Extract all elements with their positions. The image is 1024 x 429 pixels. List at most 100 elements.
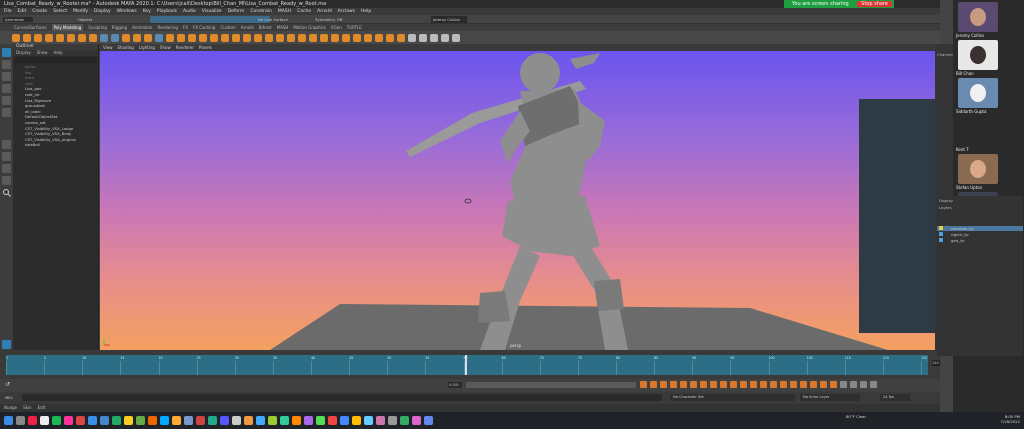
shelf-tab[interactable]: Arnold — [241, 24, 254, 31]
taskbar-app-icon[interactable] — [196, 416, 205, 425]
shelf-tab[interactable]: MASH — [277, 24, 289, 31]
paint-select-icon[interactable] — [2, 72, 11, 81]
select-tool-icon[interactable] — [2, 48, 11, 57]
taskbar-app-icon[interactable] — [136, 416, 145, 425]
move-tool-icon[interactable] — [2, 84, 11, 93]
shelf-tab[interactable]: Bifrost — [259, 24, 272, 31]
undo-icon[interactable]: ↺ — [5, 381, 13, 389]
menu-arclaws[interactable]: Arclaws — [338, 8, 355, 15]
single-layout-icon[interactable] — [2, 140, 11, 149]
shelf-tool-icon[interactable] — [320, 33, 328, 42]
menu-set-dropdown[interactable]: Animation — [3, 17, 33, 22]
key-tangent-icon[interactable] — [690, 381, 697, 388]
menu-arnold[interactable]: Arnold — [317, 8, 332, 15]
viewport-menu-item[interactable]: Panels — [199, 44, 212, 51]
shelf-tool-icon[interactable] — [89, 33, 97, 42]
range-slider-bar[interactable] — [466, 382, 636, 388]
shelf-tool-icon[interactable] — [342, 33, 350, 42]
shelf-tool-icon[interactable] — [67, 33, 75, 42]
taskbar-app-icon[interactable] — [124, 416, 133, 425]
shelf-tool-icon[interactable] — [12, 33, 20, 42]
key-tangent-icon[interactable] — [790, 381, 797, 388]
time-slider-track[interactable]: 1510152025303540455055606570758085909510… — [6, 355, 928, 375]
shelf-tool-icon[interactable] — [276, 33, 284, 42]
key-tangent-icon[interactable] — [800, 381, 807, 388]
shelf-tab[interactable]: Poly Modeling — [51, 24, 84, 31]
shelf-tool-icon[interactable] — [144, 33, 152, 42]
search-icon[interactable] — [2, 188, 11, 197]
taskbar-app-icon[interactable] — [148, 416, 157, 425]
outliner-menu-item[interactable]: Show — [37, 50, 48, 56]
four-view-layout-icon[interactable] — [2, 152, 11, 161]
key-tangent-icon[interactable] — [680, 381, 687, 388]
taskbar-app-icon[interactable] — [340, 416, 349, 425]
taskbar-app-icon[interactable] — [208, 416, 217, 425]
key-tangent-icon[interactable] — [730, 381, 737, 388]
layer-editor-tab[interactable]: Display — [937, 196, 1023, 205]
taskbar-app-icon[interactable] — [52, 416, 61, 425]
shelf-tab[interactable]: Curves/Surfaces — [14, 24, 47, 31]
playhead[interactable] — [465, 355, 467, 375]
taskbar-app-icon[interactable] — [244, 416, 253, 425]
stop-share-button[interactable]: Stop share — [857, 1, 892, 7]
command-input[interactable] — [22, 394, 662, 401]
shelf-tool-icon[interactable] — [23, 33, 31, 42]
shelf-tool-icon[interactable] — [232, 33, 240, 42]
menu-help[interactable]: Help — [361, 8, 371, 15]
layer-row[interactable]: rigctrl_lyr — [937, 232, 1023, 237]
lasso-tool-icon[interactable] — [2, 60, 11, 69]
key-tangent-icon[interactable] — [650, 381, 657, 388]
taskbar-app-icon[interactable] — [376, 416, 385, 425]
shelf-tool-icon[interactable] — [133, 33, 141, 42]
live-surface-field[interactable]: No Live Surface — [258, 17, 288, 22]
shelf-tool-icon[interactable] — [331, 33, 339, 42]
two-view-layout-icon[interactable] — [2, 164, 11, 173]
taskbar-app-icon[interactable] — [220, 416, 229, 425]
menu-display[interactable]: Display — [94, 8, 111, 15]
menu-windows[interactable]: Windows — [117, 8, 137, 15]
taskbar-app-icon[interactable] — [112, 416, 121, 425]
shelf-tool-icon[interactable] — [188, 33, 196, 42]
taskbar-app-icon[interactable] — [388, 416, 397, 425]
taskbar-app-icon[interactable] — [292, 416, 301, 425]
character-set-field[interactable]: No Character Set — [670, 394, 795, 401]
shelf-tool-icon[interactable] — [166, 33, 174, 42]
viewport-menu-item[interactable]: Shading — [118, 44, 134, 51]
selection-mask-group[interactable] — [150, 16, 270, 23]
outliner-menu-item[interactable]: Help — [54, 50, 63, 56]
key-tangent-icon[interactable] — [870, 381, 877, 388]
layer-row[interactable]: cameras_lyr — [937, 226, 1023, 231]
shelf-tool-icon[interactable] — [287, 33, 295, 42]
key-tangent-icon[interactable] — [850, 381, 857, 388]
shelf-tool-icon[interactable] — [430, 33, 438, 42]
viewport-menu-item[interactable]: Renderer — [176, 44, 194, 51]
shelf-tab[interactable]: Custom — [220, 24, 235, 31]
shelf-tab[interactable]: FX Caching — [193, 24, 215, 31]
taskbar-app-icon[interactable] — [424, 416, 433, 425]
shelf-tab[interactable]: TURTLE — [347, 24, 362, 31]
key-tangent-icon[interactable] — [640, 381, 647, 388]
taskbar-app-icon[interactable] — [364, 416, 373, 425]
shelf-tab[interactable]: Motion Graphics — [293, 24, 326, 31]
shelf-tab[interactable]: Animation — [132, 24, 152, 31]
shelf-tab[interactable]: FX — [183, 24, 188, 31]
shelf-tool-icon[interactable] — [122, 33, 130, 42]
shelf-tool-icon[interactable] — [100, 33, 108, 42]
taskbar-app-icon[interactable] — [40, 416, 49, 425]
taskbar-app-icon[interactable] — [64, 416, 73, 425]
key-tangent-icon[interactable] — [820, 381, 827, 388]
taskbar-app-icon[interactable] — [172, 416, 181, 425]
shelf-tool-icon[interactable] — [386, 33, 394, 42]
key-tangent-icon[interactable] — [760, 381, 767, 388]
tray-clock[interactable]: 8:05 PM 7/28/2022 — [990, 414, 1020, 424]
taskbar-app-icon[interactable] — [280, 416, 289, 425]
shelf-tab[interactable]: Rigging — [112, 24, 127, 31]
shelf-tool-icon[interactable] — [78, 33, 86, 42]
outliner-layout-icon[interactable] — [2, 176, 11, 185]
key-tangent-icon[interactable] — [840, 381, 847, 388]
taskbar-app-icon[interactable] — [28, 416, 37, 425]
menu-create[interactable]: Create — [32, 8, 47, 15]
shelf-tool-icon[interactable] — [254, 33, 262, 42]
key-tangent-icon[interactable] — [720, 381, 727, 388]
menu-file[interactable]: File — [4, 8, 12, 15]
